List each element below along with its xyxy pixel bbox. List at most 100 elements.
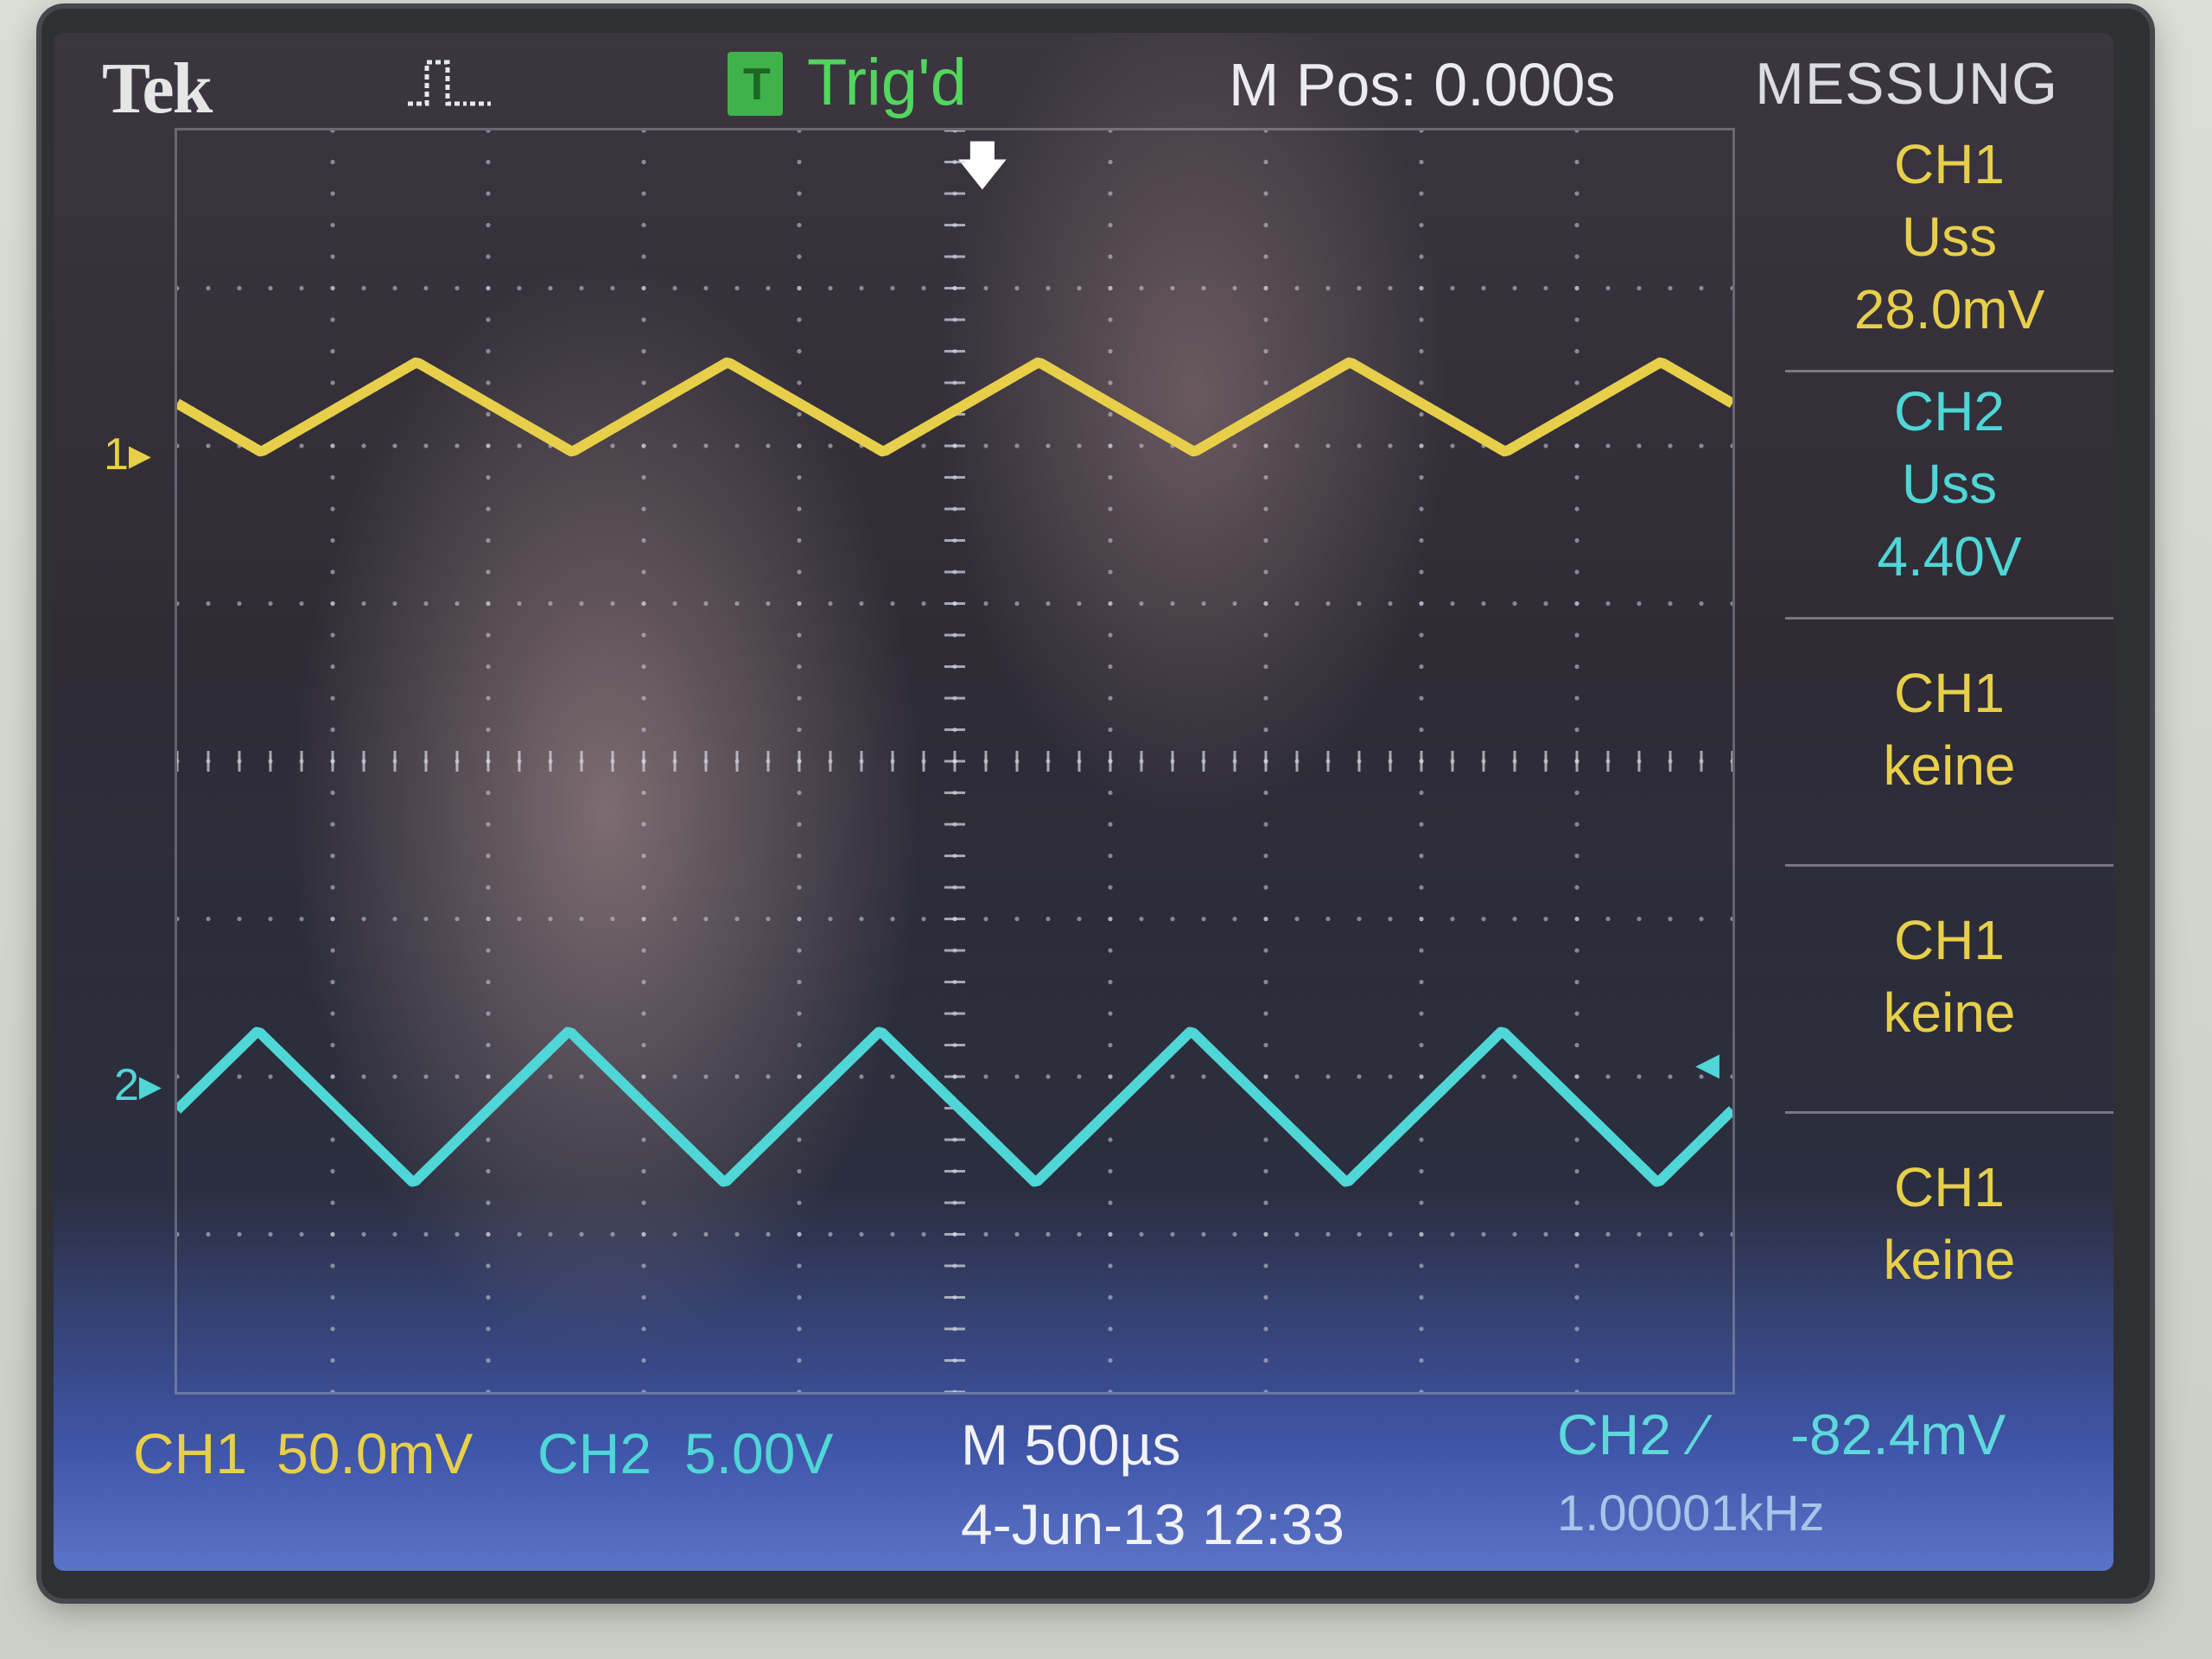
- graticule-dot: [797, 979, 802, 985]
- graticule-dot: [1419, 191, 1424, 196]
- graticule-dot: [1574, 130, 1580, 133]
- graticule-dot: [330, 159, 335, 165]
- graticule-dot: [1263, 1137, 1268, 1142]
- graticule-dot: [1263, 159, 1268, 165]
- graticule-dot: [1201, 1074, 1206, 1079]
- graticule-dot: [1637, 1074, 1642, 1079]
- graticule-dot: [921, 285, 926, 291]
- graticule-svg: [177, 130, 1732, 1392]
- graticule-dot: [1108, 537, 1113, 543]
- graticule-dot: [1419, 1137, 1424, 1142]
- graticule-dot: [1108, 222, 1113, 228]
- graticule-dot: [672, 1074, 677, 1079]
- graticule-dot: [1108, 1011, 1113, 1016]
- graticule-dot: [797, 1357, 802, 1363]
- measurement-slot-4[interactable]: CH1 keine: [1785, 869, 2113, 1114]
- graticule-dot: [797, 885, 802, 890]
- graticule-dot: [1263, 506, 1268, 512]
- graticule-dot: [797, 411, 802, 417]
- graticule-dot: [797, 1168, 802, 1174]
- graticule-dot: [1046, 601, 1051, 607]
- graticule-dot: [1668, 1231, 1673, 1237]
- graticule-dot: [1294, 1231, 1300, 1237]
- graticule-dot: [1108, 632, 1113, 638]
- graticule-dot: [641, 474, 646, 480]
- graticule-dot: [1201, 916, 1206, 922]
- graticule-dot: [921, 1231, 926, 1237]
- graticule-dot: [1232, 285, 1237, 291]
- graticule-dot: [1263, 285, 1268, 291]
- measurement-type: keine: [1883, 734, 2016, 797]
- graticule-dot: [1108, 790, 1113, 796]
- graticule-dot: [1108, 317, 1113, 322]
- measurement-slot-3[interactable]: CH1 keine: [1785, 622, 2113, 867]
- graticule-dot: [1419, 1326, 1424, 1332]
- graticule-dot: [641, 506, 646, 512]
- graticule-dot: [330, 601, 335, 607]
- graticule-dot: [890, 916, 895, 922]
- graticule-dot: [392, 916, 397, 922]
- graticule-dot: [330, 380, 335, 385]
- graticule-dot: [641, 130, 646, 133]
- graticule-dot: [797, 1326, 802, 1332]
- graticule-dot: [1108, 380, 1113, 385]
- measurement-slot-5[interactable]: CH1 keine: [1785, 1116, 2113, 1358]
- graticule-dot: [1014, 1231, 1020, 1237]
- graticule-dot: [330, 1200, 335, 1205]
- graticule-dot: [1419, 696, 1424, 701]
- graticule-dot: [1419, 254, 1424, 259]
- graticule-dot: [828, 285, 833, 291]
- graticule-dot: [828, 1231, 833, 1237]
- measurement-type: keine: [1883, 1229, 2016, 1291]
- ch1-volts-per-div: 50.0mV: [276, 1421, 474, 1485]
- graticule-dot: [828, 601, 833, 607]
- graticule-dot: [1419, 790, 1424, 796]
- graticule-dot: [1357, 916, 1362, 922]
- graticule-dot: [797, 191, 802, 196]
- graticule-dot: [1263, 632, 1268, 638]
- graticule-dot: [1108, 853, 1113, 859]
- measurement-slot-1[interactable]: CH1 Uss 28.0mV: [1785, 128, 2113, 372]
- graticule-dot: [423, 1231, 429, 1237]
- graticule-dot: [1574, 790, 1580, 796]
- graticule-dot: [237, 916, 242, 922]
- graticule-dot: [641, 853, 646, 859]
- graticule-dot: [797, 222, 802, 228]
- graticule-dot: [486, 254, 491, 259]
- graticule-dot: [766, 285, 771, 291]
- graticule-dot: [330, 569, 335, 575]
- graticule-dot: [703, 601, 709, 607]
- graticule-dot: [1077, 285, 1082, 291]
- measurement-slot-2[interactable]: CH2 Uss 4.40V: [1785, 375, 2113, 620]
- graticule-dot: [641, 443, 646, 448]
- graticule-dot: [1108, 1231, 1113, 1237]
- graticule-dot: [1014, 443, 1020, 448]
- rising-edge-icon: ∕: [1695, 1402, 1706, 1466]
- graticule-dot: [177, 1074, 180, 1079]
- graticule-dot: [797, 317, 802, 322]
- graticule-dot: [797, 1137, 802, 1142]
- graticule-dot: [859, 1074, 864, 1079]
- graticule-dot: [1263, 348, 1268, 354]
- graticule-dot: [610, 601, 615, 607]
- graticule-dot: [392, 443, 397, 448]
- graticule-dot: [330, 537, 335, 543]
- graticule-dot: [1512, 916, 1517, 922]
- graticule-dot: [486, 191, 491, 196]
- graticule-dot: [1263, 380, 1268, 385]
- graticule-dot: [1419, 474, 1424, 480]
- graticule-dot: [237, 1231, 242, 1237]
- graticule-dot: [1574, 822, 1580, 827]
- graticule-dot: [641, 317, 646, 322]
- graticule-dot: [1605, 443, 1611, 448]
- graticule-dot: [641, 569, 646, 575]
- graticule-dot: [330, 1263, 335, 1268]
- graticule-dot: [641, 1042, 646, 1048]
- graticule-dot: [797, 916, 802, 922]
- graticule-dot: [797, 506, 802, 512]
- graticule-dot: [486, 790, 491, 796]
- graticule-dot: [486, 285, 491, 291]
- graticule-dot: [641, 1200, 646, 1205]
- graticule-dot: [641, 948, 646, 953]
- graticule-dot: [1512, 601, 1517, 607]
